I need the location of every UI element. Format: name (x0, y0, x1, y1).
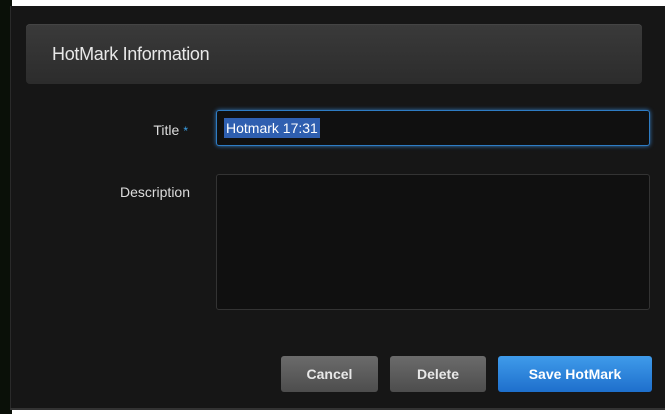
save-hotmark-button[interactable]: Save HotMark (498, 356, 652, 392)
dialog-bottom-border (10, 408, 665, 410)
description-textarea[interactable] (216, 174, 650, 310)
title-input-selected-text: Hotmark 17:31 (224, 118, 320, 138)
dialog-title: HotMark Information (52, 44, 210, 64)
required-marker: * (183, 124, 188, 138)
dialog-header: HotMark Information (26, 24, 642, 84)
description-label: Description (119, 184, 190, 200)
cancel-button[interactable]: Cancel (281, 356, 378, 392)
delete-button[interactable]: Delete (390, 356, 486, 392)
title-label: Title * (130, 122, 188, 138)
title-label-text: Title (153, 122, 180, 138)
